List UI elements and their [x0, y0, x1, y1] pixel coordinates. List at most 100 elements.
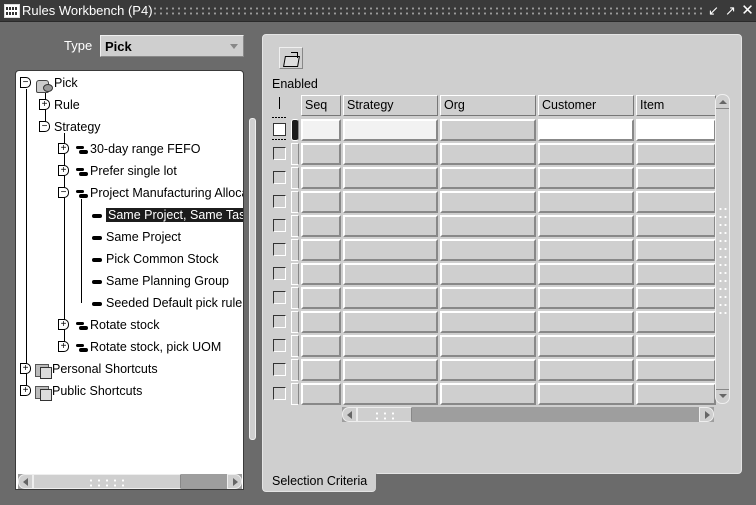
expand-icon[interactable]: + [20, 363, 31, 374]
cell-org[interactable] [440, 287, 536, 309]
row-selector[interactable] [291, 335, 299, 357]
column-header-item[interactable]: Item [636, 95, 716, 116]
cell-org[interactable] [440, 143, 536, 165]
cell-seq[interactable] [301, 311, 341, 333]
row-selector[interactable] [291, 215, 299, 237]
tree-node-personal-shortcuts[interactable]: + Personal Shortcuts [20, 359, 158, 379]
maximize-button[interactable]: ↗︎ [723, 3, 738, 18]
expand-icon[interactable]: + [58, 143, 69, 154]
enabled-checkbox[interactable] [273, 291, 286, 304]
tree-node-strategy-item[interactable]: + Prefer single lot [58, 161, 177, 181]
tab-selection-criteria[interactable]: Selection Criteria [262, 466, 377, 492]
cell-org[interactable] [440, 191, 536, 213]
cell-strategy[interactable] [343, 143, 438, 165]
row-selector[interactable] [291, 383, 299, 405]
cell-org[interactable] [440, 167, 536, 189]
row-selector[interactable] [291, 287, 299, 309]
cell-item[interactable] [636, 359, 716, 381]
cell-customer[interactable] [538, 263, 634, 285]
cell-seq[interactable] [301, 383, 341, 405]
collapse-icon[interactable]: − [20, 77, 31, 88]
cell-customer[interactable] [538, 359, 634, 381]
cell-customer[interactable] [538, 191, 634, 213]
rules-tree[interactable]: − Pick + Rule − Strategy + 30-day range … [15, 70, 244, 490]
tree-node-rule[interactable]: + Rule [39, 95, 80, 115]
grid-horizontal-scrollbar[interactable] [342, 407, 714, 422]
row-selector[interactable] [291, 311, 299, 333]
tree-node-strategy-item[interactable]: + Rotate stock, pick UOM [58, 337, 221, 357]
enabled-checkbox[interactable] [273, 219, 286, 232]
scroll-right-button[interactable] [699, 407, 714, 422]
cell-org[interactable] [440, 311, 536, 333]
tree-node-rule-item[interactable]: Same Project, Same Task [82, 205, 243, 225]
cell-org[interactable] [440, 263, 536, 285]
scroll-left-button[interactable] [342, 407, 357, 422]
cell-org[interactable] [440, 335, 536, 357]
close-button[interactable]: ✕ [740, 3, 755, 18]
enabled-checkbox[interactable] [273, 267, 286, 280]
scroll-thumb[interactable] [357, 407, 412, 422]
column-header-org[interactable]: Org [440, 95, 536, 116]
enabled-checkbox[interactable] [273, 147, 286, 160]
tree-node-strategy-item[interactable]: + Rotate stock [58, 315, 159, 335]
open-button[interactable] [279, 47, 303, 69]
tree-node-rule-item[interactable]: Pick Common Stock [82, 249, 219, 269]
tree-node-public-shortcuts[interactable]: + Public Shortcuts [20, 381, 142, 401]
cell-org[interactable] [440, 239, 536, 261]
cell-item[interactable] [636, 191, 716, 213]
cell-strategy[interactable] [343, 167, 438, 189]
cell-seq[interactable] [301, 335, 341, 357]
cell-customer[interactable] [538, 119, 634, 141]
enabled-checkbox[interactable] [273, 123, 286, 136]
column-header-strategy[interactable]: Strategy [343, 95, 438, 116]
tree-node-rule-item[interactable]: Same Planning Group [82, 271, 229, 291]
minimize-button[interactable]: ↙︎ [706, 3, 721, 18]
expand-icon[interactable]: + [58, 165, 69, 176]
cell-strategy[interactable] [343, 335, 438, 357]
cell-seq[interactable] [301, 239, 341, 261]
cell-customer[interactable] [538, 167, 634, 189]
collapse-icon[interactable]: − [39, 121, 50, 132]
cell-org[interactable] [440, 383, 536, 405]
cell-strategy[interactable] [343, 215, 438, 237]
column-header-seq[interactable]: Seq [301, 95, 341, 116]
cell-org[interactable] [440, 119, 536, 141]
cell-item[interactable] [636, 311, 716, 333]
enabled-checkbox[interactable] [273, 387, 286, 400]
tree-node-strategy-item[interactable]: − Project Manufacturing Allocation [58, 183, 243, 203]
scroll-left-button[interactable] [18, 474, 33, 489]
tree-horizontal-scrollbar[interactable] [18, 474, 242, 489]
column-header-customer[interactable]: Customer [538, 95, 634, 116]
collapse-icon[interactable]: − [58, 187, 69, 198]
cell-strategy[interactable] [343, 311, 438, 333]
type-select[interactable]: Pick [100, 35, 244, 57]
cell-strategy[interactable] [343, 383, 438, 405]
cell-item[interactable] [636, 239, 716, 261]
cell-seq[interactable] [301, 191, 341, 213]
enabled-checkbox[interactable] [273, 171, 286, 184]
cell-strategy[interactable] [343, 239, 438, 261]
cell-org[interactable] [440, 359, 536, 381]
cell-item[interactable] [636, 335, 716, 357]
enabled-checkbox[interactable] [273, 243, 286, 256]
expand-icon[interactable]: + [20, 385, 31, 396]
cell-item[interactable] [636, 167, 716, 189]
cell-item[interactable] [636, 215, 716, 237]
cell-seq[interactable] [301, 119, 341, 141]
cell-customer[interactable] [538, 239, 634, 261]
tree-node-rule-item[interactable]: Seeded Default pick rule [82, 293, 242, 313]
row-selector[interactable] [291, 167, 299, 189]
expand-icon[interactable]: + [58, 319, 69, 330]
cell-customer[interactable] [538, 311, 634, 333]
cell-customer[interactable] [538, 215, 634, 237]
enabled-checkbox[interactable] [273, 363, 286, 376]
tree-node-strategy-item[interactable]: + 30-day range FEFO [58, 139, 200, 159]
grid-vertical-scrollbar[interactable] [715, 94, 730, 404]
row-selector[interactable] [291, 263, 299, 285]
title-bar[interactable]: Rules Workbench (P4) ↙︎ ↗︎ ✕ [0, 0, 756, 22]
cell-customer[interactable] [538, 143, 634, 165]
cell-strategy[interactable] [343, 359, 438, 381]
cell-item[interactable] [636, 119, 716, 141]
cell-customer[interactable] [538, 287, 634, 309]
row-selector[interactable] [291, 119, 299, 141]
